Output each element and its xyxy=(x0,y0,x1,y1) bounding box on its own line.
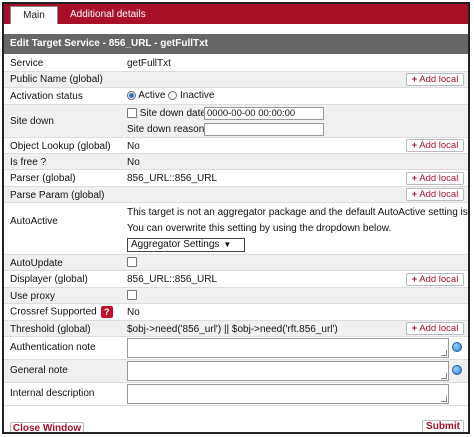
row-activation-status: Activation status Active Inactive xyxy=(4,88,468,105)
resize-grip-icon xyxy=(441,350,447,356)
activation-status-label: Activation status xyxy=(10,91,83,102)
activation-active-radio[interactable] xyxy=(127,90,136,100)
public-name-add-local-button[interactable]: + Add local xyxy=(406,73,464,86)
authentication-note-label: Authentication note xyxy=(10,342,96,353)
add-local-label: Add local xyxy=(419,323,459,334)
threshold-value: $obj->need('856_url') || $obj->need('rft… xyxy=(127,324,338,335)
close-window-button[interactable]: Close Window xyxy=(10,422,84,432)
resize-grip-icon xyxy=(441,396,447,402)
add-local-label: Add local xyxy=(419,74,459,85)
internal-description-label: Internal description xyxy=(10,388,95,399)
parser-add-local-button[interactable]: + Add local xyxy=(406,172,464,185)
parse-param-add-local-button[interactable]: + Add local xyxy=(406,188,464,201)
activation-inactive-radio[interactable] xyxy=(168,90,178,100)
row-parser: Parser (global) 856_URL::856_URL + Add lo… xyxy=(4,170,468,187)
site-down-date-label: Site down date xyxy=(139,108,206,119)
parser-value: 856_URL::856_URL xyxy=(127,173,218,184)
site-down-label: Site down xyxy=(10,116,54,127)
is-free-value: No xyxy=(127,157,140,168)
row-authentication-note: Authentication note xyxy=(4,337,468,360)
tab-main[interactable]: Main xyxy=(10,6,58,24)
edit-target-service-window: Main Additional details Edit Target Serv… xyxy=(2,2,470,434)
plus-icon: + xyxy=(411,323,418,334)
plus-icon: + xyxy=(411,140,418,151)
internal-description-textarea[interactable] xyxy=(127,384,449,404)
row-public-name: Public Name (global) + Add local xyxy=(4,72,468,88)
autoupdate-label: AutoUpdate xyxy=(10,258,63,269)
add-local-label: Add local xyxy=(419,173,459,184)
tab-bar: Main Additional details xyxy=(4,4,468,24)
submit-button[interactable]: Submit xyxy=(422,420,464,432)
threshold-add-local-button[interactable]: + Add local xyxy=(406,322,464,335)
general-note-label: General note xyxy=(10,365,68,376)
globe-icon[interactable] xyxy=(452,342,462,352)
use-proxy-checkbox[interactable] xyxy=(127,290,137,301)
site-down-date-group: Site down date xyxy=(127,108,206,119)
row-parse-param: Parse Param (global) + Add local xyxy=(4,187,468,203)
row-service: Service getFullTxt xyxy=(4,56,468,72)
autoupdate-checkbox[interactable] xyxy=(127,257,137,268)
tab-additional-details[interactable]: Additional details xyxy=(62,6,154,24)
plus-icon: + xyxy=(411,189,418,200)
displayer-label: Displayer (global) xyxy=(10,274,88,285)
help-icon[interactable]: ? xyxy=(100,306,113,318)
displayer-add-local-button[interactable]: + Add local xyxy=(406,273,464,286)
site-down-checkbox[interactable] xyxy=(127,108,137,119)
object-lookup-value: No xyxy=(127,141,140,152)
displayer-value: 856_URL::856_URL xyxy=(127,274,218,285)
autoactive-label: AutoActive xyxy=(10,216,58,227)
parser-label: Parser (global) xyxy=(10,173,76,184)
site-down-reason-label: Site down reason xyxy=(127,124,205,135)
crossref-label-group: Crossref Supported? xyxy=(10,306,113,318)
authentication-note-textarea[interactable] xyxy=(127,338,449,358)
parse-param-label: Parse Param (global) xyxy=(10,190,105,201)
activation-radio-group: Active Inactive xyxy=(127,90,215,101)
row-site-down: Site down Site down date 0000-00-00 00:0… xyxy=(4,105,468,138)
service-label: Service xyxy=(10,58,44,69)
service-value: getFullTxt xyxy=(127,58,171,69)
use-proxy-label: Use proxy xyxy=(10,291,56,302)
activation-inactive-label: Inactive xyxy=(180,90,215,101)
dropdown-arrow-icon: ▼ xyxy=(223,240,232,249)
add-local-label: Add local xyxy=(419,189,459,200)
row-autoupdate: AutoUpdate xyxy=(4,255,468,271)
plus-icon: + xyxy=(411,74,418,85)
plus-icon: + xyxy=(411,274,418,285)
page-title: Edit Target Service - 856_URL - getFullT… xyxy=(4,34,468,54)
is-free-label: Is free ? xyxy=(10,157,47,168)
autoactive-select[interactable]: Aggregator Settings ▼ xyxy=(127,238,245,252)
globe-icon[interactable] xyxy=(452,365,462,375)
row-internal-description: Internal description xyxy=(4,383,468,406)
autoactive-text-line2: You can overwrite this setting by using … xyxy=(127,223,392,234)
row-general-note: General note xyxy=(4,360,468,383)
row-autoactive: AutoActive This target is not an aggrega… xyxy=(4,203,468,255)
plus-icon: + xyxy=(411,173,418,184)
general-note-textarea[interactable] xyxy=(127,361,449,381)
resize-grip-icon xyxy=(441,373,447,379)
public-name-label: Public Name (global) xyxy=(10,74,103,85)
crossref-label: Crossref Supported xyxy=(10,306,97,318)
object-lookup-label: Object Lookup (global) xyxy=(10,141,111,152)
row-threshold: Threshold (global) $obj->need('856_url')… xyxy=(4,321,468,337)
site-down-date-input[interactable]: 0000-00-00 00:00:00 xyxy=(204,107,324,120)
row-displayer: Displayer (global) 856_URL::856_URL + Add… xyxy=(4,271,468,288)
row-crossref: Crossref Supported? No xyxy=(4,304,468,321)
threshold-label: Threshold (global) xyxy=(10,324,91,335)
autoactive-select-value: Aggregator Settings xyxy=(131,239,220,250)
object-lookup-add-local-button[interactable]: + Add local xyxy=(406,139,464,152)
site-down-reason-input[interactable] xyxy=(204,123,324,136)
add-local-label: Add local xyxy=(419,140,459,151)
row-object-lookup: Object Lookup (global) No + Add local xyxy=(4,138,468,154)
row-use-proxy: Use proxy xyxy=(4,288,468,304)
row-is-free: Is free ? No xyxy=(4,154,468,170)
activation-active-label: Active xyxy=(138,90,166,101)
autoactive-text-line1: This target is not an aggregator package… xyxy=(127,207,470,218)
crossref-value: No xyxy=(127,307,140,318)
add-local-label: Add local xyxy=(419,274,459,285)
